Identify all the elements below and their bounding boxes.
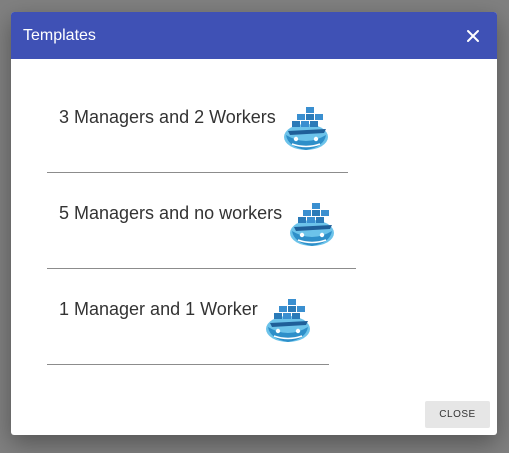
dialog-header: Templates — [11, 12, 497, 59]
docker-whale-icon — [280, 101, 332, 153]
close-button[interactable]: CLOSE — [425, 401, 490, 428]
template-label: 3 Managers and 2 Workers — [59, 107, 276, 127]
dialog-title: Templates — [23, 26, 96, 44]
template-item[interactable]: 3 Managers and 2 Workers — [47, 95, 348, 173]
template-label: 1 Manager and 1 Worker — [59, 299, 258, 319]
templates-dialog: Templates 3 Managers and 2 Workers 5 Man… — [11, 12, 497, 435]
template-item[interactable]: 5 Managers and no workers — [47, 191, 356, 269]
docker-whale-icon — [286, 197, 338, 249]
docker-whale-icon — [262, 293, 314, 345]
template-item[interactable]: 1 Manager and 1 Worker — [47, 287, 329, 365]
dialog-content: 3 Managers and 2 Workers 5 Managers and … — [11, 59, 497, 435]
template-label: 5 Managers and no workers — [59, 203, 283, 223]
close-icon[interactable] — [461, 24, 485, 48]
